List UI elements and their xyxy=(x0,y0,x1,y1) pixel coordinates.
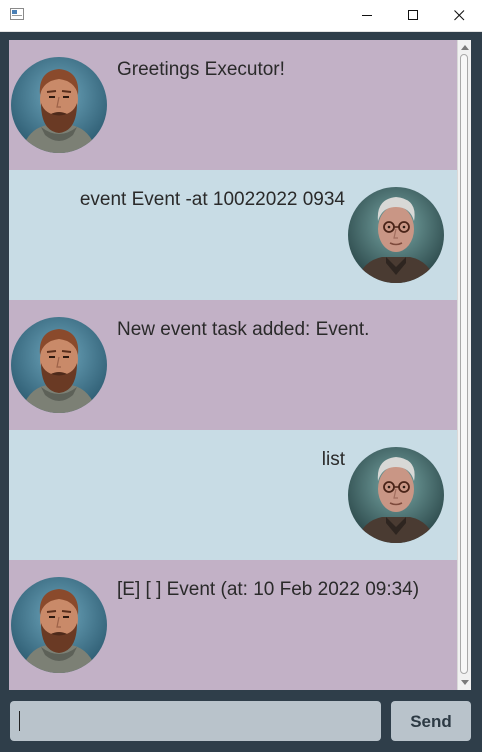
minimize-icon xyxy=(362,15,372,16)
user-dialog: list xyxy=(9,430,457,560)
maximize-icon xyxy=(408,10,418,20)
maximize-button[interactable] xyxy=(390,0,436,31)
scroll-up-icon[interactable] xyxy=(461,45,469,50)
user-input-field[interactable] xyxy=(10,701,381,741)
duke-dialog: [E] [ ] Event (at: 10 Feb 2022 09:34) xyxy=(9,560,457,690)
duke-avatar xyxy=(11,317,107,413)
duke-avatar xyxy=(11,577,107,673)
app-icon xyxy=(10,8,24,20)
user-avatar xyxy=(348,187,444,283)
minimize-button[interactable] xyxy=(344,0,390,31)
duke-dialog: Greetings Executor! xyxy=(9,40,457,170)
dialog-text: Greetings Executor! xyxy=(117,59,285,80)
scroll-down-icon[interactable] xyxy=(461,680,469,685)
scroll-thumb[interactable] xyxy=(460,54,468,674)
title-bar xyxy=(0,0,482,32)
duke-dialog: New event task added: Event. xyxy=(9,300,457,430)
user-dialog: event Event -at 10022022 0934 xyxy=(9,170,457,300)
dialog-text: [E] [ ] Event (at: 10 Feb 2022 09:34) xyxy=(117,579,420,600)
vertical-scrollbar[interactable] xyxy=(457,40,471,690)
text-caret xyxy=(19,711,20,731)
duke-avatar xyxy=(11,57,107,153)
dialog-text: New event task added: Event. xyxy=(117,319,370,340)
send-button[interactable]: Send xyxy=(391,701,471,741)
dialog-text: list xyxy=(321,449,345,470)
close-icon xyxy=(454,10,465,21)
user-avatar xyxy=(348,447,444,543)
dialog-text: event Event -at 10022022 0934 xyxy=(79,189,345,210)
close-button[interactable] xyxy=(436,0,482,31)
dialog-container[interactable]: Greetings Executor! event Event -at 1002… xyxy=(9,40,471,690)
